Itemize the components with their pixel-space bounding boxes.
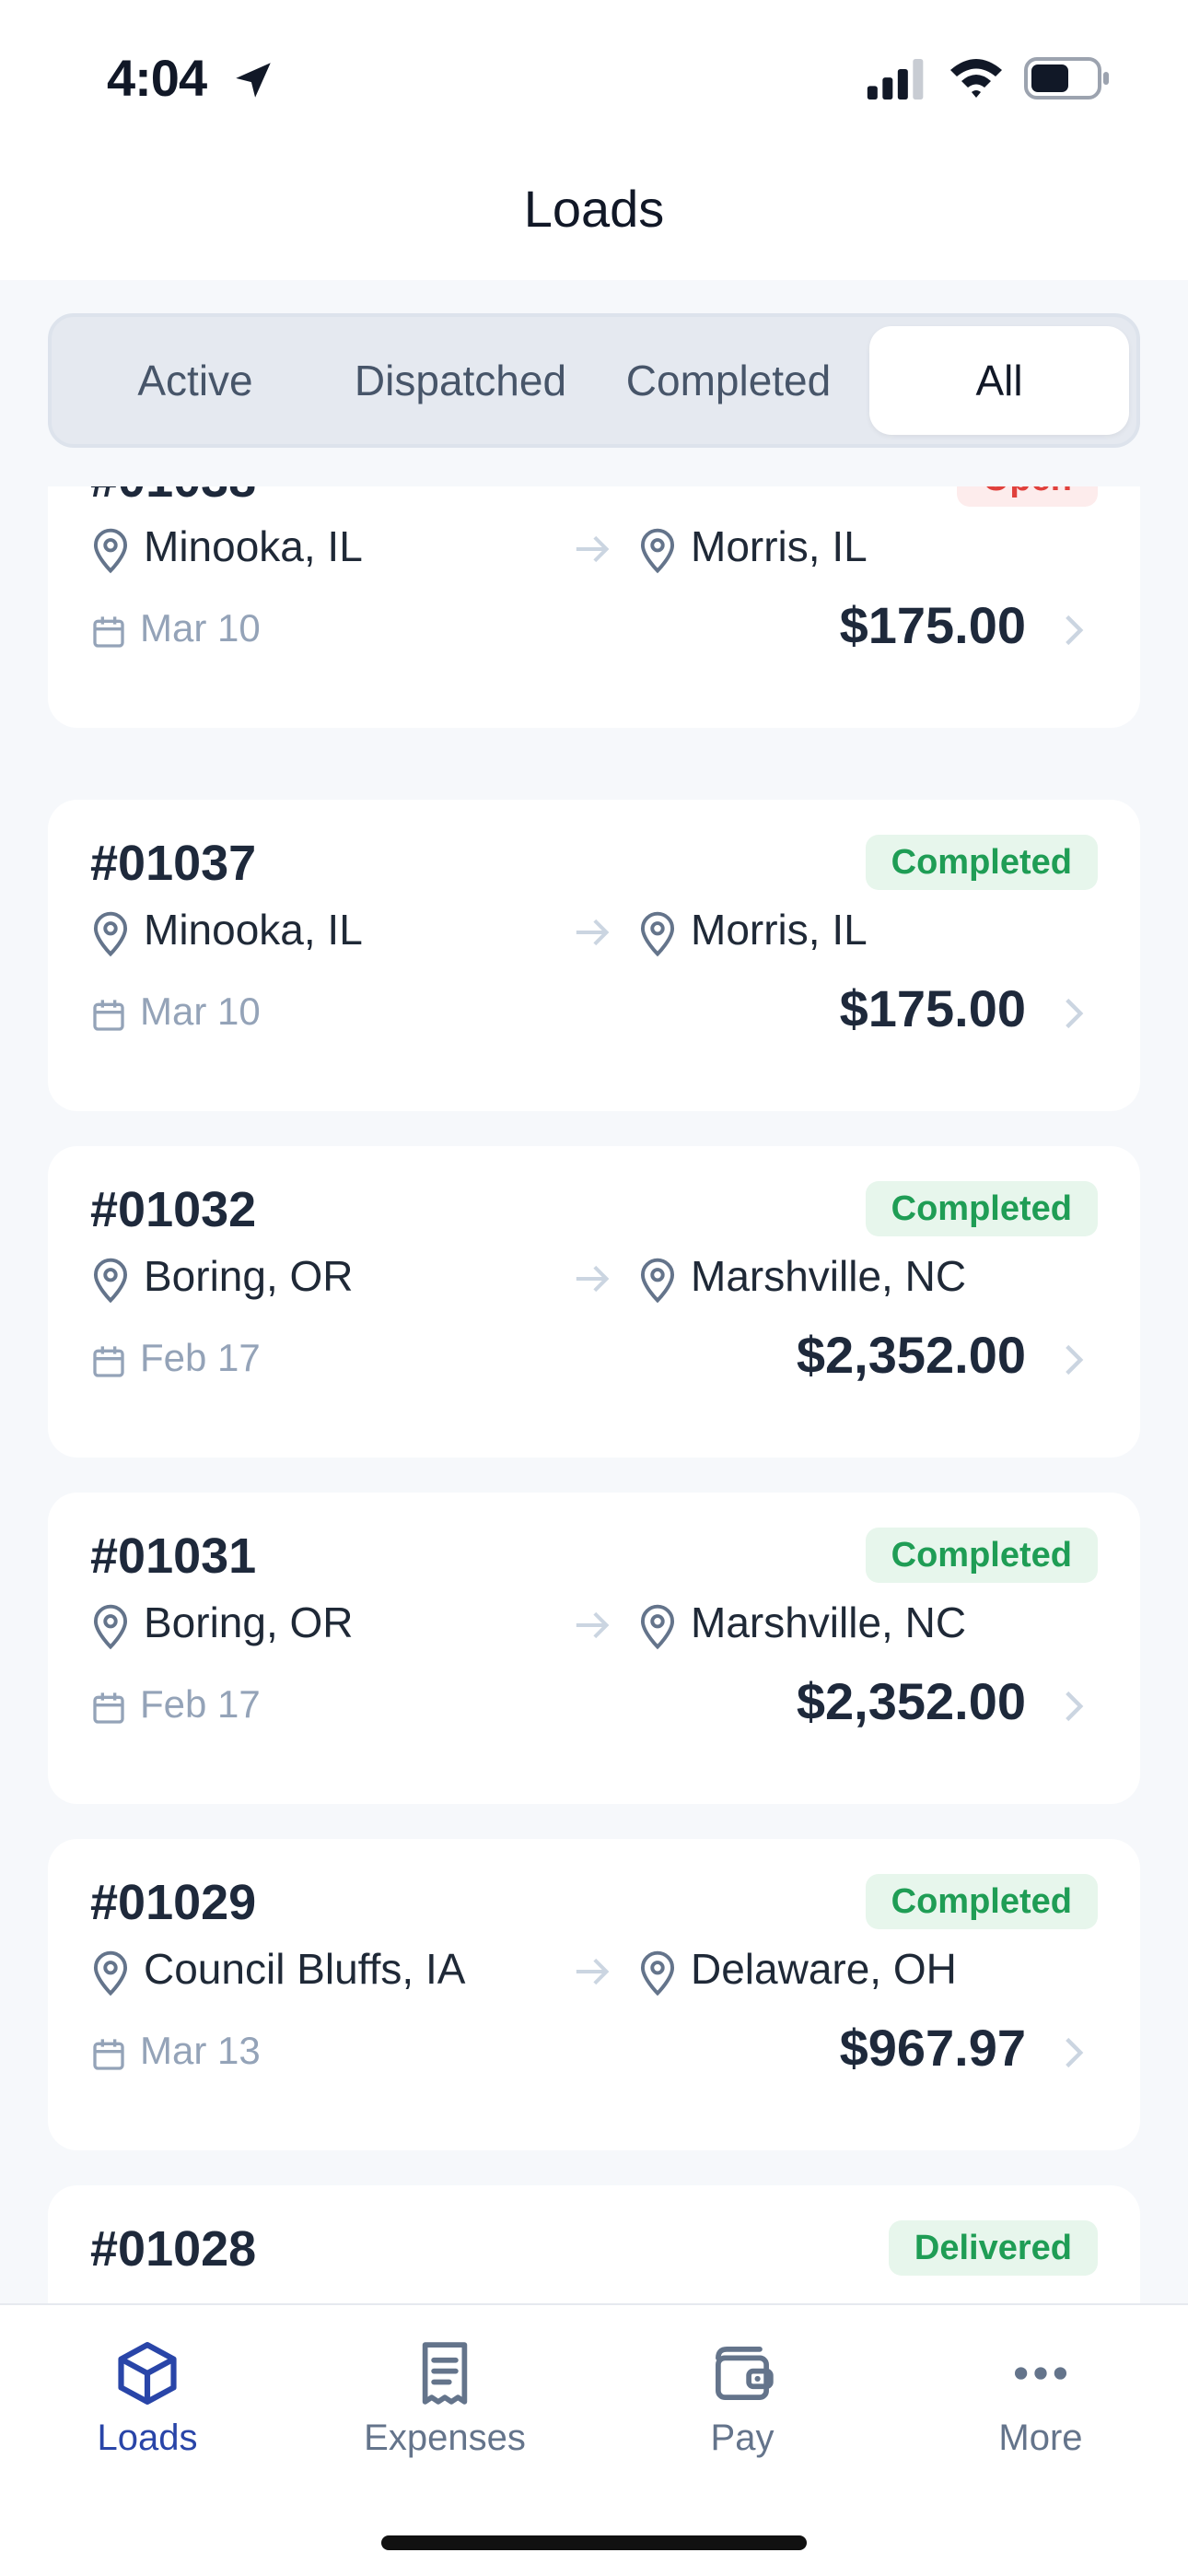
wallet-icon: [716, 2347, 774, 2400]
calendar-icon: [93, 1692, 124, 1724]
tab-label: Loads: [97, 2418, 198, 2458]
home-indicator: [381, 2535, 807, 2550]
origin-city: Minooka, IL: [144, 906, 363, 954]
chevron-right-icon: [1066, 1344, 1084, 1376]
load-date: Feb 17: [140, 1682, 261, 1726]
load-card[interactable]: #01029 Completed Council Bluffs, IA Dela…: [48, 1839, 1140, 2150]
status-filter-segmented-control: Active Dispatched Completed All: [48, 313, 1140, 448]
load-amount: $175.00: [839, 596, 1026, 654]
destination-city: Delaware, OH: [691, 1945, 957, 1993]
origin-city: Minooka, IL: [144, 522, 363, 570]
box-icon: [118, 2342, 177, 2405]
destination-city: Marshville, NC: [691, 1252, 967, 1300]
chevron-right-icon: [1066, 1691, 1084, 1722]
nav-header: Loads: [0, 157, 1188, 280]
load-date: Feb 17: [140, 1336, 261, 1379]
calendar-icon: [93, 2039, 124, 2070]
load-number: #01031: [90, 1528, 257, 1584]
chevron-right-icon: [1066, 998, 1084, 1029]
origin-pin-icon: [93, 528, 128, 574]
more-icon: [1014, 2367, 1067, 2380]
load-number: #01037: [90, 836, 257, 891]
origin-city: Council Bluffs, IA: [144, 1945, 466, 1993]
calendar-icon: [93, 1346, 124, 1377]
filter-completed[interactable]: Completed: [597, 326, 860, 435]
arrow-right-icon: [576, 1611, 610, 1639]
receipt-icon: [422, 2342, 468, 2405]
tab-label: Pay: [710, 2418, 775, 2458]
status-badge: Completed: [865, 1181, 1098, 1236]
tab-loads[interactable]: Loads: [28, 2338, 267, 2486]
load-card[interactable]: #01032 Completed Boring, OR Marshville, …: [48, 1146, 1140, 1458]
status-time: 4:04: [107, 49, 207, 107]
wifi-icon: [950, 59, 1002, 98]
cellular-signal-icon: [867, 59, 924, 100]
load-card[interactable]: #01031 Completed Boring, OR Marshville, …: [48, 1493, 1140, 1804]
status-badge: Delivered: [888, 2220, 1098, 2276]
load-number: #01029: [90, 1875, 257, 1930]
battery-icon: [1024, 57, 1109, 100]
tab-more[interactable]: More: [921, 2338, 1160, 2486]
destination-pin-icon: [640, 1950, 675, 1996]
destination-pin-icon: [640, 911, 675, 957]
status-badge: Completed: [865, 1874, 1098, 1929]
load-number: #01028: [90, 2221, 257, 2277]
tab-label: More: [998, 2418, 1083, 2458]
status-badge: Open: [956, 486, 1098, 507]
load-amount: $175.00: [839, 979, 1026, 1037]
destination-city: Marshville, NC: [691, 1598, 967, 1646]
filter-all-selected[interactable]: All: [869, 326, 1129, 435]
arrow-right-icon: [576, 919, 610, 946]
calendar-icon: [93, 616, 124, 648]
load-amount: $967.97: [839, 2019, 1026, 2077]
origin-pin-icon: [93, 1258, 128, 1304]
load-number: #01038: [90, 486, 256, 509]
load-number: #01032: [90, 1182, 257, 1237]
chevron-right-icon: [1066, 615, 1084, 646]
status-bar: 4:04: [0, 0, 1188, 157]
origin-city: Boring, OR: [144, 1598, 354, 1646]
origin-pin-icon: [93, 1604, 128, 1650]
load-amount: $2,352.00: [796, 1326, 1026, 1384]
load-date: Mar 10: [140, 606, 261, 650]
load-card[interactable]: #01028 Delivered: [48, 2185, 1140, 2303]
loads-list[interactable]: #01038 Open Minooka, IL Morris, IL Mar 1…: [0, 486, 1188, 2303]
filter-dispatched[interactable]: Dispatched: [324, 326, 597, 435]
location-arrow-icon: [236, 63, 271, 98]
destination-pin-icon: [640, 1258, 675, 1304]
origin-city: Boring, OR: [144, 1252, 354, 1300]
arrow-right-icon: [576, 1958, 610, 1985]
load-card[interactable]: #01037 Completed Minooka, IL Morris, IL …: [48, 800, 1140, 1111]
arrow-right-icon: [576, 535, 610, 563]
load-amount: $2,352.00: [796, 1672, 1026, 1730]
status-badge: Completed: [865, 1528, 1098, 1583]
origin-pin-icon: [93, 1950, 128, 1996]
load-card[interactable]: #01038 Open Minooka, IL Morris, IL Mar 1…: [48, 486, 1140, 728]
destination-pin-icon: [640, 528, 675, 574]
destination-pin-icon: [640, 1604, 675, 1650]
load-date: Mar 10: [140, 989, 261, 1033]
load-date: Mar 13: [140, 2029, 261, 2072]
page-title: Loads: [523, 180, 665, 238]
calendar-icon: [93, 1000, 124, 1031]
destination-city: Morris, IL: [691, 522, 868, 570]
destination-city: Morris, IL: [691, 906, 868, 954]
arrow-right-icon: [576, 1265, 610, 1293]
tab-pay[interactable]: Pay: [623, 2338, 862, 2486]
tab-expenses[interactable]: Expenses: [325, 2338, 565, 2486]
status-badge: Completed: [865, 835, 1098, 890]
filter-active[interactable]: Active: [66, 326, 324, 435]
origin-pin-icon: [93, 911, 128, 957]
tab-label: Expenses: [364, 2418, 526, 2458]
screen: 4:04 Loads Active Dispatched Completed A…: [0, 0, 1188, 2576]
chevron-right-icon: [1066, 2037, 1084, 2068]
